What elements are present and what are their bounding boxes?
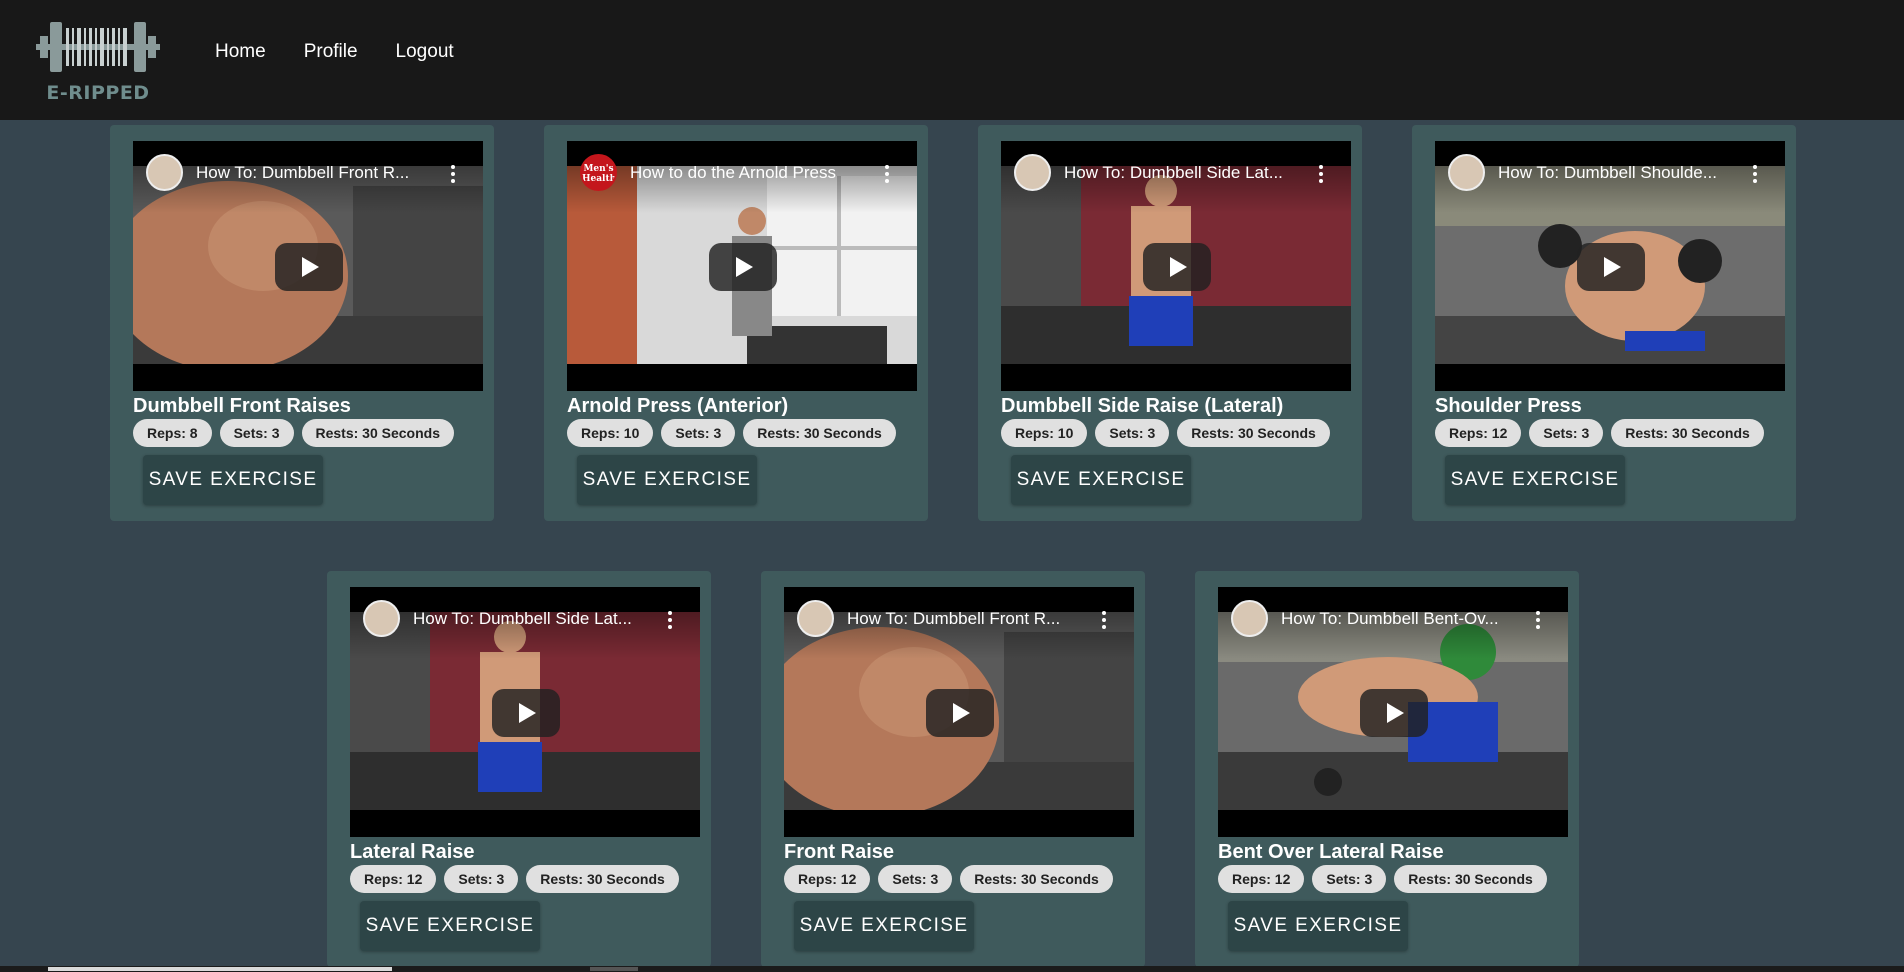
sets-chip: Sets: 3 — [444, 865, 519, 893]
sets-chip: Sets: 3 — [661, 419, 736, 447]
rests-chip: Rests: 30 Seconds — [1394, 865, 1547, 893]
reps-chip: Reps: 12 — [784, 865, 871, 893]
play-button-icon[interactable] — [492, 689, 560, 737]
play-button-icon[interactable] — [709, 243, 777, 291]
more-options-icon[interactable] — [1102, 611, 1106, 629]
exercise-name: Dumbbell Side Raise (Lateral) — [1001, 395, 1284, 417]
rests-chip: Rests: 30 Seconds — [743, 419, 896, 447]
reps-chip: Reps: 8 — [133, 419, 212, 447]
e-ripped-logo[interactable]: E-RIPPED — [36, 16, 160, 108]
scrollbar-thumb[interactable] — [48, 967, 392, 971]
exercise-name: Arnold Press (Anterior) — [567, 395, 789, 417]
exercise-stats: Reps: 12 Sets: 3 Rests: 30 Seconds — [350, 865, 687, 893]
rests-chip: Rests: 30 Seconds — [301, 419, 454, 447]
more-options-icon[interactable] — [885, 165, 889, 183]
exercise-card: How To: Dumbbell Front R... Front Raise … — [761, 571, 1145, 967]
play-button-icon[interactable] — [1143, 243, 1211, 291]
exercise-stats: Reps: 10 Sets: 3 Rests: 30 Seconds — [567, 419, 904, 447]
save-exercise-button[interactable]: SAVE EXERCISE — [1228, 901, 1408, 951]
video-title[interactable]: How To: Dumbbell Side Lat... — [1064, 163, 1314, 183]
rests-chip: Rests: 30 Seconds — [1611, 419, 1764, 447]
exercise-card: How To: Dumbbell Bent-Ov... Bent Over La… — [1195, 571, 1579, 967]
video-title[interactable]: How To: Dumbbell Side Lat... — [413, 609, 663, 629]
exercise-card: How To: Dumbbell Side Lat... Lateral Rai… — [327, 571, 711, 967]
reps-chip: Reps: 12 — [350, 865, 437, 893]
exercise-stats: Reps: 12 Sets: 3 Rests: 30 Seconds — [1435, 419, 1772, 447]
more-options-icon[interactable] — [1319, 165, 1323, 183]
video-title[interactable]: How to do the Arnold Press — [630, 163, 880, 183]
rests-chip: Rests: 30 Seconds — [1177, 419, 1330, 447]
reps-chip: Reps: 12 — [1218, 865, 1305, 893]
navbar: E-RIPPED Home Profile Logout — [0, 0, 1904, 120]
nav-links: Home Profile Logout — [215, 40, 492, 64]
sets-chip: Sets: 3 — [1095, 419, 1170, 447]
reps-chip: Reps: 10 — [567, 419, 654, 447]
exercise-card: How To: Dumbbell Side Lat... Dumbbell Si… — [978, 125, 1362, 521]
video-title[interactable]: How To: Dumbbell Shoulde... — [1498, 163, 1748, 183]
rests-chip: Rests: 30 Seconds — [526, 865, 679, 893]
exercise-name: Lateral Raise — [350, 841, 475, 863]
save-exercise-button[interactable]: SAVE EXERCISE — [1011, 455, 1191, 505]
exercise-name: Bent Over Lateral Raise — [1218, 841, 1444, 863]
sets-chip: Sets: 3 — [219, 419, 294, 447]
rests-chip: Rests: 30 Seconds — [960, 865, 1113, 893]
scrollbar-marker — [590, 967, 638, 971]
horizontal-scrollbar[interactable] — [0, 966, 1904, 972]
sets-chip: Sets: 3 — [1529, 419, 1604, 447]
video-player[interactable]: How To: Dumbbell Shoulde... — [1435, 141, 1785, 391]
video-player[interactable]: How To: Dumbbell Bent-Ov... — [1218, 587, 1568, 837]
play-button-icon[interactable] — [1360, 689, 1428, 737]
exercise-name: Shoulder Press — [1435, 395, 1582, 417]
video-player[interactable]: How To: Dumbbell Side Lat... — [1001, 141, 1351, 391]
play-button-icon[interactable] — [926, 689, 994, 737]
save-exercise-button[interactable]: SAVE EXERCISE — [794, 901, 974, 951]
play-button-icon[interactable] — [1577, 243, 1645, 291]
channel-avatar[interactable] — [1014, 154, 1051, 191]
exercise-card: Men's Health How to do the Arnold Press … — [544, 125, 928, 521]
exercise-card: How To: Dumbbell Front R... Dumbbell Fro… — [110, 125, 494, 521]
save-exercise-button[interactable]: SAVE EXERCISE — [360, 901, 540, 951]
more-options-icon[interactable] — [1536, 611, 1540, 629]
channel-avatar[interactable] — [1231, 600, 1268, 637]
save-exercise-button[interactable]: SAVE EXERCISE — [1445, 455, 1625, 505]
sets-chip: Sets: 3 — [878, 865, 953, 893]
video-title[interactable]: How To: Dumbbell Front R... — [196, 163, 446, 183]
video-title[interactable]: How To: Dumbbell Front R... — [847, 609, 1097, 629]
exercise-stats: Reps: 10 Sets: 3 Rests: 30 Seconds — [1001, 419, 1338, 447]
nav-home-link[interactable]: Home — [215, 40, 266, 64]
reps-chip: Reps: 12 — [1435, 419, 1522, 447]
video-player[interactable]: Men's Health How to do the Arnold Press — [567, 141, 917, 391]
channel-avatar[interactable] — [1448, 154, 1485, 191]
video-player[interactable]: How To: Dumbbell Side Lat... — [350, 587, 700, 837]
more-options-icon[interactable] — [451, 165, 455, 183]
channel-avatar[interactable] — [797, 600, 834, 637]
video-player[interactable]: How To: Dumbbell Front R... — [133, 141, 483, 391]
exercise-card: How To: Dumbbell Shoulde... Shoulder Pre… — [1412, 125, 1796, 521]
exercise-name: Dumbbell Front Raises — [133, 395, 351, 417]
barbell-icon — [36, 22, 160, 72]
video-player[interactable]: How To: Dumbbell Front R... — [784, 587, 1134, 837]
exercise-stats: Reps: 12 Sets: 3 Rests: 30 Seconds — [784, 865, 1121, 893]
more-options-icon[interactable] — [1753, 165, 1757, 183]
exercise-name: Front Raise — [784, 841, 895, 863]
nav-logout-link[interactable]: Logout — [396, 40, 454, 64]
save-exercise-button[interactable]: SAVE EXERCISE — [577, 455, 757, 505]
channel-avatar[interactable] — [146, 154, 183, 191]
nav-profile-link[interactable]: Profile — [304, 40, 358, 64]
reps-chip: Reps: 10 — [1001, 419, 1088, 447]
exercise-stats: Reps: 12 Sets: 3 Rests: 30 Seconds — [1218, 865, 1555, 893]
channel-avatar[interactable]: Men's Health — [580, 154, 617, 191]
channel-avatar[interactable] — [363, 600, 400, 637]
save-exercise-button[interactable]: SAVE EXERCISE — [143, 455, 323, 505]
logo-text: E-RIPPED — [46, 82, 150, 104]
play-button-icon[interactable] — [275, 243, 343, 291]
more-options-icon[interactable] — [668, 611, 672, 629]
exercise-stats: Reps: 8 Sets: 3 Rests: 30 Seconds — [133, 419, 462, 447]
sets-chip: Sets: 3 — [1312, 865, 1387, 893]
video-title[interactable]: How To: Dumbbell Bent-Ov... — [1281, 609, 1531, 629]
